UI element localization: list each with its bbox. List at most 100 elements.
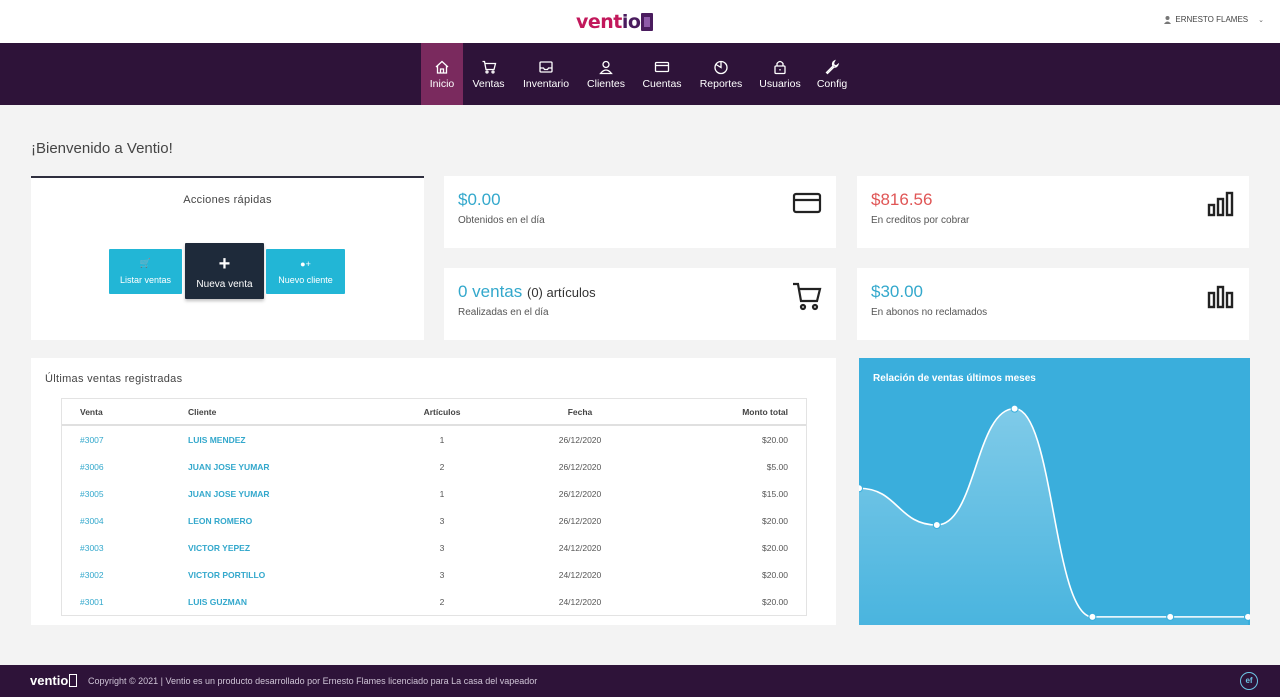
- list-sales-label: Listar ventas: [119, 275, 172, 285]
- client-link[interactable]: LUIS GUZMAN: [188, 589, 247, 616]
- client-link[interactable]: VICTOR YEPEZ: [188, 535, 250, 562]
- user-menu[interactable]: ERNESTO FLAMES ⌄: [1164, 15, 1264, 24]
- nav-label: Inventario: [522, 77, 570, 90]
- sale-id-link[interactable]: #3001: [80, 589, 104, 616]
- logo-mark: [641, 13, 654, 31]
- chart-point[interactable]: [1244, 612, 1251, 621]
- lock-icon: [774, 60, 786, 74]
- user-icon: [599, 60, 613, 74]
- table-row[interactable]: #3003 VICTOR YEPEZ 3 24/12/2020 $20.00: [62, 535, 806, 562]
- items-cell: 1: [439, 435, 445, 445]
- chart-point[interactable]: [1166, 612, 1175, 621]
- column-header: Cliente: [188, 407, 217, 417]
- client-link[interactable]: VICTOR PORTILLO: [188, 562, 265, 589]
- nav-items: Inicio Ventas Inventario Clientes Cuenta…: [421, 43, 856, 105]
- amount-cell: $20.00: [762, 570, 788, 580]
- stat-value: $816.56: [871, 190, 933, 209]
- nav-item-reportes[interactable]: Reportes: [690, 43, 752, 105]
- stat-label: En creditos por cobrar: [871, 215, 970, 226]
- inbox-icon: [539, 60, 553, 73]
- quick-actions-title: Acciones rápidas: [183, 194, 272, 206]
- amount-cell: $20.00: [762, 597, 788, 607]
- chart-point[interactable]: [1088, 612, 1097, 621]
- nav-item-ventas[interactable]: Ventas: [463, 43, 514, 105]
- column-header: Fecha: [567, 407, 593, 417]
- client-link[interactable]: LEON ROMERO: [188, 508, 252, 535]
- table-row[interactable]: #3007 LUIS MENDEZ 1 26/12/2020 $20.00: [62, 427, 806, 454]
- new-sale-label: Nueva venta: [196, 278, 253, 290]
- user-name: ERNESTO FLAMES: [1175, 15, 1249, 24]
- sale-id-link[interactable]: #3002: [80, 562, 104, 589]
- table-row[interactable]: #3006 JUAN JOSE YUMAR 2 26/12/2020 $5.00: [62, 454, 806, 481]
- nav-item-inventario[interactable]: Inventario: [514, 43, 578, 105]
- stat-label: Realizadas en el día: [458, 307, 549, 318]
- app-logo[interactable]: ventio: [576, 10, 654, 34]
- stat-card-deposits: $30.00 En abonos no reclamados: [857, 268, 1249, 340]
- welcome-heading: ¡Bienvenido a Ventio!: [31, 140, 173, 157]
- table-row[interactable]: #3004 LEON ROMERO 3 26/12/2020 $20.00: [62, 508, 806, 535]
- stat-card-day-earnings: $0.00 Obtenidos en el día: [444, 176, 836, 248]
- amount-cell: $20.00: [762, 435, 788, 445]
- recent-sales-card: Últimas ventas registradas Venta Cliente…: [31, 358, 836, 625]
- date-cell: 26/12/2020: [558, 516, 602, 526]
- stat-card-day-sales: 0 ventas (0) artículos Realizadas en el …: [444, 268, 836, 340]
- client-link[interactable]: LUIS MENDEZ: [188, 427, 246, 454]
- sales-table: Venta Cliente Artículos Fecha Monto tota…: [61, 398, 807, 616]
- date-cell: 24/12/2020: [558, 543, 602, 553]
- home-icon: [435, 60, 449, 74]
- date-cell: 24/12/2020: [558, 570, 602, 580]
- footer-logo: ventio: [30, 673, 78, 688]
- sale-id-link[interactable]: #3007: [80, 427, 104, 454]
- footer: ventio Copyright © 2021 | Ventio es un p…: [0, 665, 1280, 697]
- user-icon: [1164, 15, 1172, 24]
- stat-label: En abonos no reclamados: [871, 307, 988, 318]
- new-client-button[interactable]: ●+ Nuevo cliente: [266, 249, 345, 294]
- footer-logo-mark: [69, 674, 78, 687]
- new-client-label: Nuevo cliente: [278, 274, 333, 285]
- client-link[interactable]: JUAN JOSE YUMAR: [188, 481, 270, 508]
- table-row[interactable]: #3002 VICTOR PORTILLO 3 24/12/2020 $20.0…: [62, 562, 806, 589]
- chevron-down-icon: ⌄: [1258, 16, 1264, 24]
- chart-point[interactable]: [932, 521, 941, 529]
- recent-sales-title: Últimas ventas registradas: [45, 373, 183, 385]
- nav-item-usuarios[interactable]: Usuarios: [752, 43, 808, 105]
- sale-id-link[interactable]: #3004: [80, 508, 104, 535]
- column-header: Monto total: [742, 407, 788, 417]
- footer-logo-text: ventio: [30, 673, 69, 688]
- main-nav: Inicio Ventas Inventario Clientes Cuenta…: [0, 43, 1280, 105]
- cart-icon: [482, 60, 496, 74]
- table-row[interactable]: #3005 JUAN JOSE YUMAR 1 26/12/2020 $15.0…: [62, 481, 806, 508]
- nav-item-config[interactable]: Config: [808, 43, 856, 105]
- nav-label: Clientes: [587, 77, 625, 90]
- items-cell: 2: [439, 462, 445, 472]
- sale-id-link[interactable]: #3005: [80, 481, 104, 508]
- nav-item-clientes[interactable]: Clientes: [578, 43, 634, 105]
- chart-point[interactable]: [859, 484, 863, 493]
- nav-item-cuentas[interactable]: Cuentas: [634, 43, 690, 105]
- client-link[interactable]: JUAN JOSE YUMAR: [188, 454, 270, 481]
- bar-chart-icon: [1207, 191, 1234, 217]
- new-sale-button[interactable]: + Nueva venta: [185, 243, 264, 299]
- sale-id-link[interactable]: #3006: [80, 454, 104, 481]
- amount-cell: $15.00: [762, 489, 788, 499]
- logo-text: ventio: [576, 11, 641, 33]
- quick-actions-card: Acciones rápidas 🛒 Listar ventas + Nueva…: [31, 176, 424, 340]
- amount-cell: $20.00: [762, 516, 788, 526]
- add-user-icon: ●+: [300, 258, 311, 269]
- list-sales-button[interactable]: 🛒 Listar ventas: [109, 249, 182, 294]
- chart-point[interactable]: [1010, 404, 1019, 413]
- nav-label: Config: [816, 77, 848, 90]
- table-row[interactable]: #3001 LUIS GUZMAN 2 24/12/2020 $20.00: [62, 589, 806, 616]
- nav-item-inicio[interactable]: Inicio: [421, 43, 463, 105]
- nav-label: Ventas: [472, 77, 505, 90]
- cart-icon: [793, 282, 822, 311]
- items-count: (0) artículos: [527, 285, 596, 300]
- date-cell: 26/12/2020: [558, 462, 602, 472]
- author-badge[interactable]: ef: [1240, 672, 1258, 690]
- footer-copyright: Copyright © 2021 | Ventio es un producto…: [88, 676, 538, 686]
- nav-label: Usuarios: [759, 77, 801, 90]
- sale-id-link[interactable]: #3003: [80, 535, 104, 562]
- items-cell: 1: [439, 489, 445, 499]
- column-header: Artículos: [423, 407, 461, 417]
- items-cell: 3: [439, 570, 445, 580]
